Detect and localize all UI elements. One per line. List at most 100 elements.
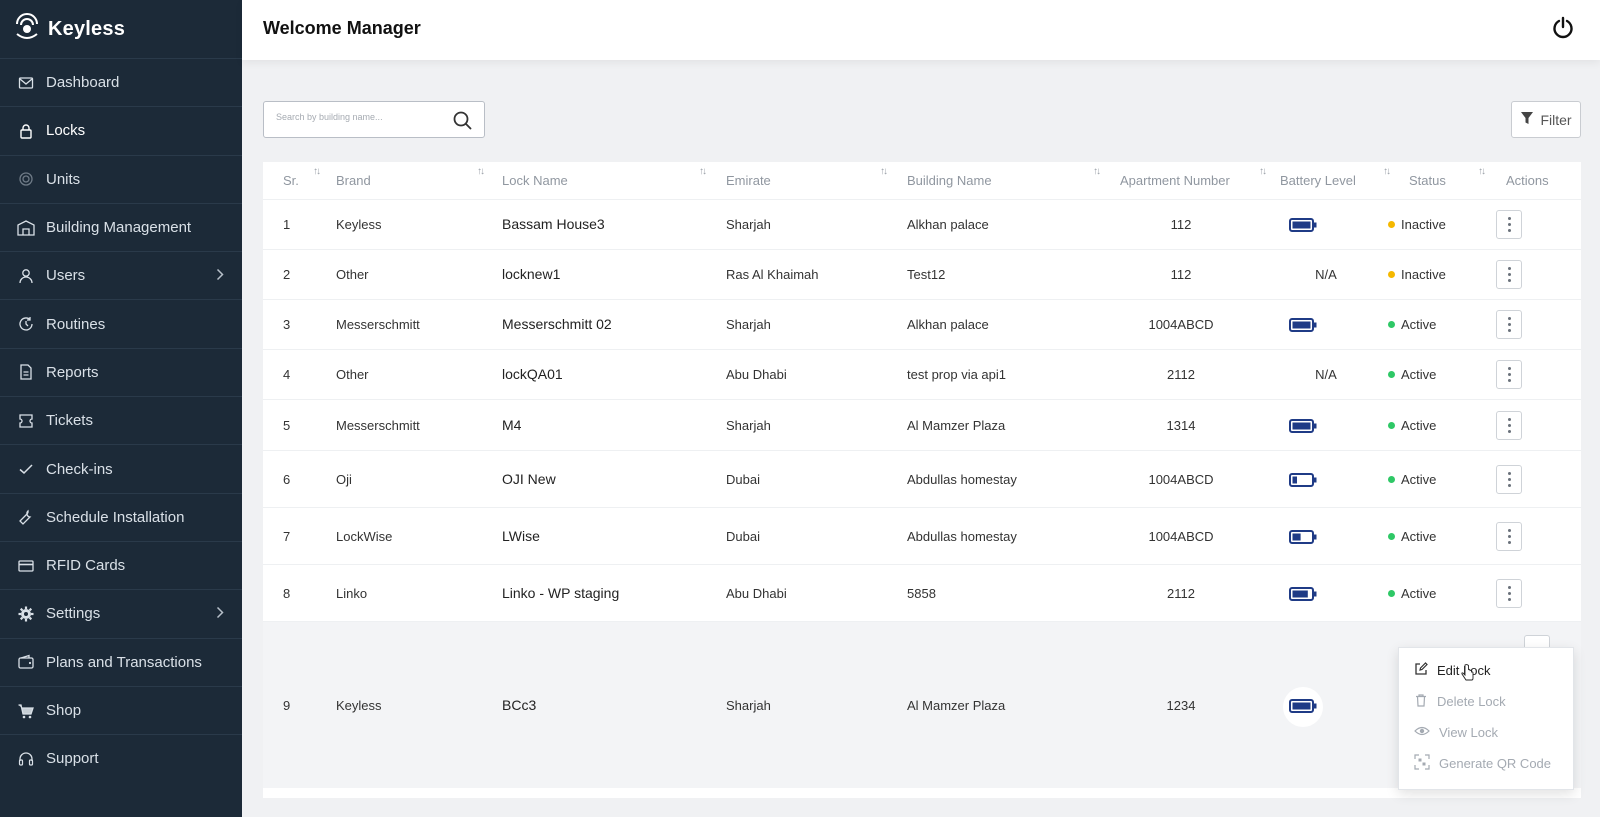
status-label: Inactive	[1401, 267, 1446, 282]
sidebar-item-label: Units	[46, 170, 81, 188]
table-row[interactable]: 8 Linko Linko - WP staging Abu Dhabi 5858 211…	[263, 564, 1581, 621]
column-header-sr-[interactable]: Sr.	[283, 173, 299, 188]
sidebar-item-dashboard[interactable]: Dashboard	[0, 58, 242, 106]
table-row[interactable]: 2 Other locknew1 Ras Al Khaimah Test12 112 N/A…	[263, 249, 1581, 299]
status-dot-icon	[1388, 532, 1395, 540]
sort-icon[interactable]: ↑↓	[699, 166, 707, 177]
kebab-dot	[1507, 534, 1511, 538]
row-9-actions-button[interactable]	[1524, 635, 1550, 647]
brand[interactable]: Keyless	[0, 0, 242, 58]
sidebar-item-units[interactable]: Units	[0, 154, 242, 203]
row-actions-button[interactable]	[1496, 360, 1522, 389]
sidebar-item-schedule-installation[interactable]: Schedule Installation	[0, 492, 242, 541]
row-actions-button[interactable]	[1496, 464, 1522, 494]
column-header-actions[interactable]: Actions	[1506, 173, 1549, 188]
column-header-emirate[interactable]: Emirate	[726, 173, 771, 188]
status-dot-icon	[1388, 371, 1395, 378]
sort-icon[interactable]: ↑↓	[313, 166, 321, 177]
sort-icon[interactable]: ↑↓	[880, 166, 888, 177]
table-row[interactable]: 9 Keyless BCc3 Sharjah Al Mamzer Plaza 1234	[263, 621, 1581, 788]
search-icon[interactable]	[453, 111, 472, 135]
qr-icon	[1414, 753, 1430, 773]
sidebar-item-plans-and-transactions[interactable]: Plans and Transactions	[0, 637, 242, 686]
table-row[interactable]: 6 Oji OJI New Dubai Abdullas homestay 1004ABC…	[263, 450, 1581, 507]
table-row[interactable]: 5 Messerschmitt M4 Sharjah Al Mamzer Plaza 13…	[263, 399, 1581, 450]
sidebar-item-reports[interactable]: Reports	[0, 347, 242, 396]
status-dot-icon	[1388, 271, 1395, 278]
sidebar-item-routines[interactable]: Routines	[0, 299, 242, 347]
keyless-logo-icon	[14, 11, 40, 48]
routine-icon	[17, 315, 35, 333]
table-row[interactable]: 1 Keyless Bassam House3 Sharjah Alkhan palac…	[263, 199, 1581, 249]
units-icon	[17, 170, 35, 188]
cell-apartment-number: 2112	[1167, 367, 1195, 382]
column-header-building-name[interactable]: Building Name	[907, 173, 992, 188]
sidebar-item-rfid-cards[interactable]: RFID Cards	[0, 540, 242, 589]
column-header-brand[interactable]: Brand	[336, 173, 371, 188]
menu-item-view-lock[interactable]: View Lock	[1414, 722, 1498, 742]
column-header-status[interactable]: Status	[1409, 173, 1446, 188]
headset-icon	[17, 750, 35, 768]
sort-icon[interactable]: ↑↓	[1383, 166, 1391, 177]
status-dot-icon	[1388, 475, 1395, 483]
cell-building-name: Abdullas homestay	[907, 471, 1017, 487]
status-badge: Active	[1388, 529, 1436, 544]
sidebar-item-locks[interactable]: Locks	[0, 106, 242, 154]
cell-apartment-number: 1004ABCD	[1148, 471, 1214, 487]
status-badge: Active	[1388, 367, 1436, 382]
sidebar-item-building-management[interactable]: Building Management	[0, 202, 242, 251]
cell-brand: Oji	[336, 471, 352, 487]
sidebar-item-label: Building Management	[46, 219, 192, 237]
sidebar-item-support[interactable]: Support	[0, 734, 242, 782]
sidebar-item-settings[interactable]: Settings	[0, 589, 242, 637]
kebab-dot	[1507, 417, 1511, 421]
menu-item-edit-lock[interactable]: Edit Lock	[1414, 660, 1490, 680]
sort-icon[interactable]: ↑↓	[477, 166, 485, 177]
row-actions-button[interactable]	[1496, 310, 1522, 339]
sidebar: Keyless Dashboard Locks Units Building Mana…	[0, 0, 242, 817]
row-actions-button[interactable]	[1496, 410, 1522, 440]
column-header-battery-level[interactable]: Battery Level	[1280, 173, 1356, 188]
status-badge: Active	[1388, 586, 1436, 601]
cell-brand: Messerschmitt	[336, 317, 420, 332]
page-title: Welcome Manager	[263, 18, 421, 38]
status-label: Active	[1401, 585, 1437, 601]
row-actions-button[interactable]	[1496, 521, 1522, 551]
table-row[interactable]: 3 Messerschmitt Messerschmitt 02 Sharjah Alk…	[263, 299, 1581, 349]
sidebar-item-check-ins[interactable]: Check-ins	[0, 444, 242, 492]
sidebar-item-label: Locks	[46, 122, 86, 140]
row-actions-button[interactable]	[1496, 210, 1522, 239]
status-dot-icon	[1388, 221, 1395, 228]
status-badge: Active	[1388, 418, 1436, 433]
user-icon	[17, 267, 35, 285]
kebab-dot	[1507, 373, 1511, 376]
table-row[interactable]: 4 Other lockQA01 Abu Dhabi test prop via api…	[263, 349, 1581, 399]
row-actions-button[interactable]	[1496, 260, 1522, 289]
column-header-lock-name[interactable]: Lock Name	[502, 173, 568, 188]
sort-icon[interactable]: ↑↓	[1259, 166, 1267, 177]
power-icon[interactable]	[1552, 16, 1574, 45]
cell-brand: Keyless	[336, 697, 382, 713]
column-header-apartment-number[interactable]: Apartment Number	[1120, 173, 1230, 188]
card-icon	[17, 557, 35, 575]
mail-icon	[17, 74, 35, 92]
cell-apartment-number: 2112	[1167, 585, 1195, 601]
sidebar-nav: Dashboard Locks Units Building Management Us…	[0, 58, 242, 782]
row-actions-button[interactable]	[1496, 578, 1522, 608]
sidebar-item-label: Check-ins	[46, 460, 113, 478]
sort-icon[interactable]: ↑↓	[1093, 166, 1101, 177]
table-row[interactable]: 7 LockWise LWise Dubai Abdullas homestay 1004…	[263, 507, 1581, 564]
sidebar-item-shop[interactable]: Shop	[0, 685, 242, 734]
filter-button[interactable]: Filter	[1511, 101, 1581, 138]
menu-item-delete-lock[interactable]: Delete Lock	[1414, 691, 1506, 711]
kebab-dot	[1507, 217, 1511, 220]
cell-brand: Keyless	[336, 217, 382, 232]
kebab-dot	[1507, 591, 1511, 595]
sidebar-item-users[interactable]: Users	[0, 251, 242, 299]
search-input[interactable]	[276, 112, 446, 122]
sort-icon[interactable]: ↑↓	[1478, 166, 1486, 177]
sidebar-item-tickets[interactable]: Tickets	[0, 396, 242, 444]
menu-item-generate-qr-code[interactable]: Generate QR Code	[1414, 753, 1551, 773]
status-label: Active	[1401, 367, 1437, 382]
status-dot-icon	[1388, 421, 1395, 429]
